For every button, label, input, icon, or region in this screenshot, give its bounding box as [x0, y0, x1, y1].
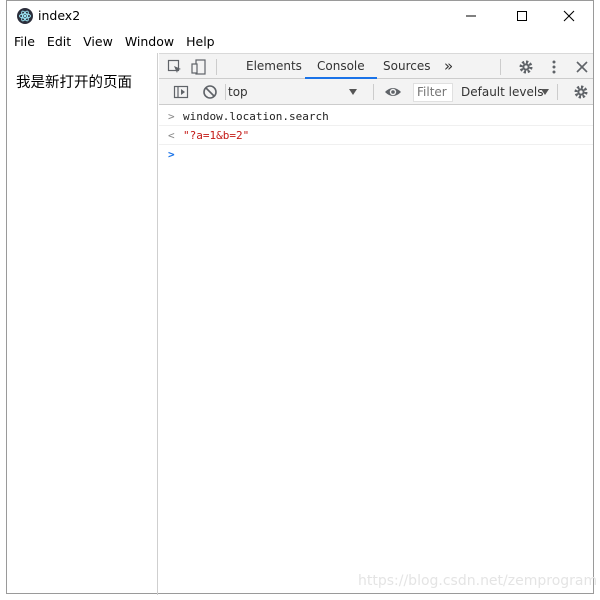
menu-view[interactable]: View — [76, 31, 118, 53]
device-icon — [191, 59, 206, 75]
divider — [557, 84, 558, 100]
menu-file[interactable]: File — [7, 31, 40, 53]
close-icon — [576, 61, 588, 73]
gear-icon — [519, 60, 533, 74]
prompt-caret-icon: > — [168, 148, 175, 161]
gear-icon — [574, 85, 588, 99]
eye-icon — [385, 88, 401, 96]
inspect-element-button[interactable] — [165, 57, 185, 77]
log-levels-dropdown[interactable]: Default levels — [461, 83, 543, 101]
settings-button[interactable] — [516, 57, 536, 77]
live-expression-button[interactable] — [383, 82, 403, 102]
page-content: 我是新打开的页面 — [7, 53, 158, 595]
sidebar-toggle-icon — [173, 85, 189, 99]
console-prompt[interactable]: > — [159, 145, 593, 164]
minimize-icon — [466, 15, 476, 17]
result-arrow-icon: < — [168, 129, 175, 142]
show-sidebar-button[interactable] — [171, 82, 191, 102]
devtools-tab-bar: Elements Console Sources » — [159, 53, 593, 79]
close-button[interactable] — [546, 1, 592, 31]
chevron-down-icon — [541, 89, 549, 95]
device-toolbar-button[interactable] — [189, 57, 209, 77]
title-bar[interactable]: index2 — [7, 1, 593, 31]
tab-sources[interactable]: Sources — [383, 54, 430, 79]
divider — [225, 84, 226, 100]
maximize-button[interactable] — [499, 1, 545, 31]
clear-console-button[interactable] — [200, 82, 220, 102]
divider — [373, 84, 374, 100]
tab-console[interactable]: Console — [305, 54, 377, 79]
block-icon — [203, 85, 217, 99]
menu-bar: File Edit View Window Help — [7, 31, 593, 53]
window-title: index2 — [38, 8, 81, 23]
console-command: window.location.search — [183, 110, 329, 123]
more-tabs-button[interactable]: » — [444, 54, 453, 79]
cursor-select-icon — [167, 59, 181, 73]
watermark: https://blog.csdn.net/zemprogram — [358, 573, 598, 589]
console-toolbar: top Filter Default levels — [159, 79, 593, 105]
console-result: "?a=1&b=2" — [183, 129, 250, 142]
input-prompt-icon: > — [168, 110, 175, 123]
app-window: index2 File Edit View Window Help 我是新打开的… — [6, 0, 594, 595]
close-icon — [563, 10, 575, 22]
filter-input[interactable]: Filter — [413, 83, 453, 102]
customize-menu-button[interactable] — [544, 57, 564, 77]
divider — [500, 59, 501, 75]
menu-window[interactable]: Window — [118, 31, 179, 53]
divider — [216, 59, 217, 75]
page-heading: 我是新打开的页面 — [16, 75, 132, 91]
chevron-down-icon — [349, 89, 357, 95]
maximize-icon — [517, 11, 527, 21]
devtools-panel: Elements Console Sources » top Filter De… — [159, 53, 593, 593]
console-result-line: < "?a=1&b=2" — [159, 126, 593, 145]
electron-logo-icon — [17, 8, 33, 24]
console-input-line: > window.location.search — [159, 107, 593, 126]
console-output: > window.location.search < "?a=1&b=2" > — [159, 105, 593, 593]
context-selector[interactable]: top — [228, 83, 363, 101]
console-settings-button[interactable] — [571, 82, 591, 102]
tab-elements[interactable]: Elements — [246, 54, 302, 79]
kebab-menu-icon — [552, 60, 556, 74]
close-devtools-button[interactable] — [572, 57, 592, 77]
minimize-button[interactable] — [448, 1, 494, 31]
menu-help[interactable]: Help — [179, 31, 220, 53]
menu-edit[interactable]: Edit — [40, 31, 76, 53]
